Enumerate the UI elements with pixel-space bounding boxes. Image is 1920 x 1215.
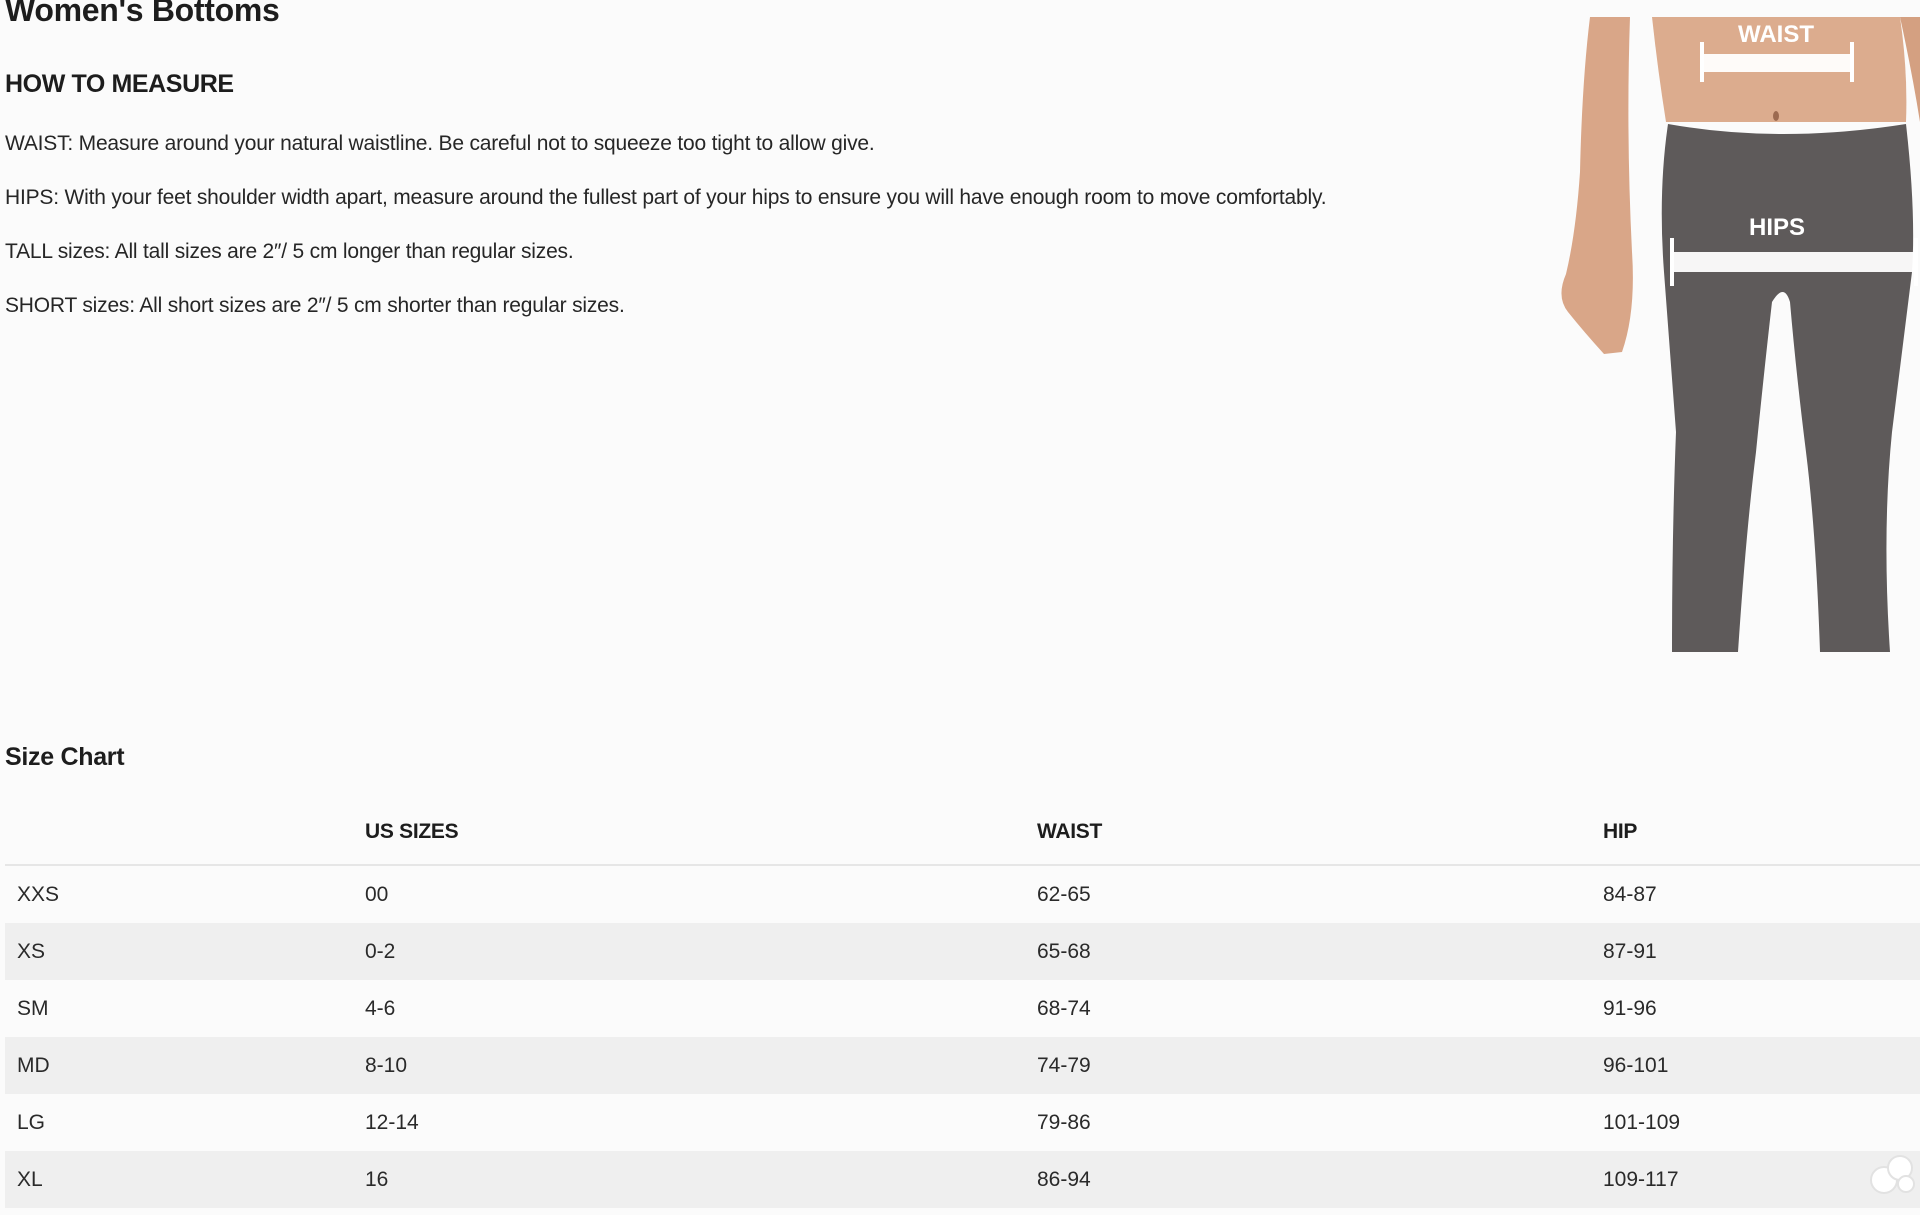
arm-shape [1561,17,1633,354]
size-chart-title: Size Chart [5,743,125,771]
us-size-cell: 00 [365,865,1037,923]
us-size-cell: 4-6 [365,980,1037,1037]
chat-bubbles-icon[interactable] [1868,1152,1916,1196]
waist-cell: 79-86 [1037,1094,1603,1151]
hips-instruction: HIPS: With your feet shoulder width apar… [5,186,1327,209]
waist-cell: 86-94 [1037,1151,1603,1208]
size-cell: XXS [5,865,365,923]
size-cell: XL [5,1151,365,1208]
page-title: Women's Bottoms [5,0,280,28]
table-row: LG 12-14 79-86 101-109 [5,1094,1920,1151]
table-row: XL 16 86-94 109-117 [5,1151,1920,1208]
hip-cell: 87-91 [1603,923,1920,980]
hip-cell: 101-109 [1603,1094,1920,1151]
hips-label: HIPS [1749,214,1805,241]
column-header-waist: WAIST [1037,800,1603,866]
leggings-shape [1661,124,1914,652]
table-header-row: US SIZES WAIST HIP [5,800,1920,866]
size-guide-page: Women's Bottoms HOW TO MEASURE WAIST: Me… [0,0,1920,1215]
hips-band [1670,252,1918,272]
us-size-cell: 8-10 [365,1037,1037,1094]
waist-cell: 62-65 [1037,865,1603,923]
size-cell: XS [5,923,365,980]
table-row: SM 4-6 68-74 91-96 [5,980,1920,1037]
size-cell: MD [5,1037,365,1094]
how-to-measure-heading: HOW TO MEASURE [5,70,234,98]
waist-cell: 74-79 [1037,1037,1603,1094]
hip-cell: 91-96 [1603,980,1920,1037]
size-chart-table: US SIZES WAIST HIP XXS 00 62-65 84-87 XS… [5,800,1920,1208]
us-size-cell: 16 [365,1151,1037,1208]
table-row: MD 8-10 74-79 96-101 [5,1037,1920,1094]
us-size-cell: 0-2 [365,923,1037,980]
waist-cell: 68-74 [1037,980,1603,1037]
waist-band [1700,54,1854,72]
hip-cell: 96-101 [1603,1037,1920,1094]
measurement-illustration: WAIST HIPS [1560,12,1920,658]
column-header-size [5,800,365,866]
short-sizes-note: SHORT sizes: All short sizes are 2″/ 5 c… [5,294,625,317]
waist-label: WAIST [1738,21,1814,48]
column-header-us-sizes: US SIZES [365,800,1037,866]
table-row: XXS 00 62-65 84-87 [5,865,1920,923]
tall-sizes-note: TALL sizes: All tall sizes are 2″/ 5 cm … [5,240,574,263]
hip-cell: 84-87 [1603,865,1920,923]
size-cell: LG [5,1094,365,1151]
waist-cell: 65-68 [1037,923,1603,980]
table-row: XS 0-2 65-68 87-91 [5,923,1920,980]
size-cell: SM [5,980,365,1037]
us-size-cell: 12-14 [365,1094,1037,1151]
column-header-hip: HIP [1603,800,1920,866]
navel-mark [1773,111,1779,121]
waist-instruction: WAIST: Measure around your natural waist… [5,132,875,155]
